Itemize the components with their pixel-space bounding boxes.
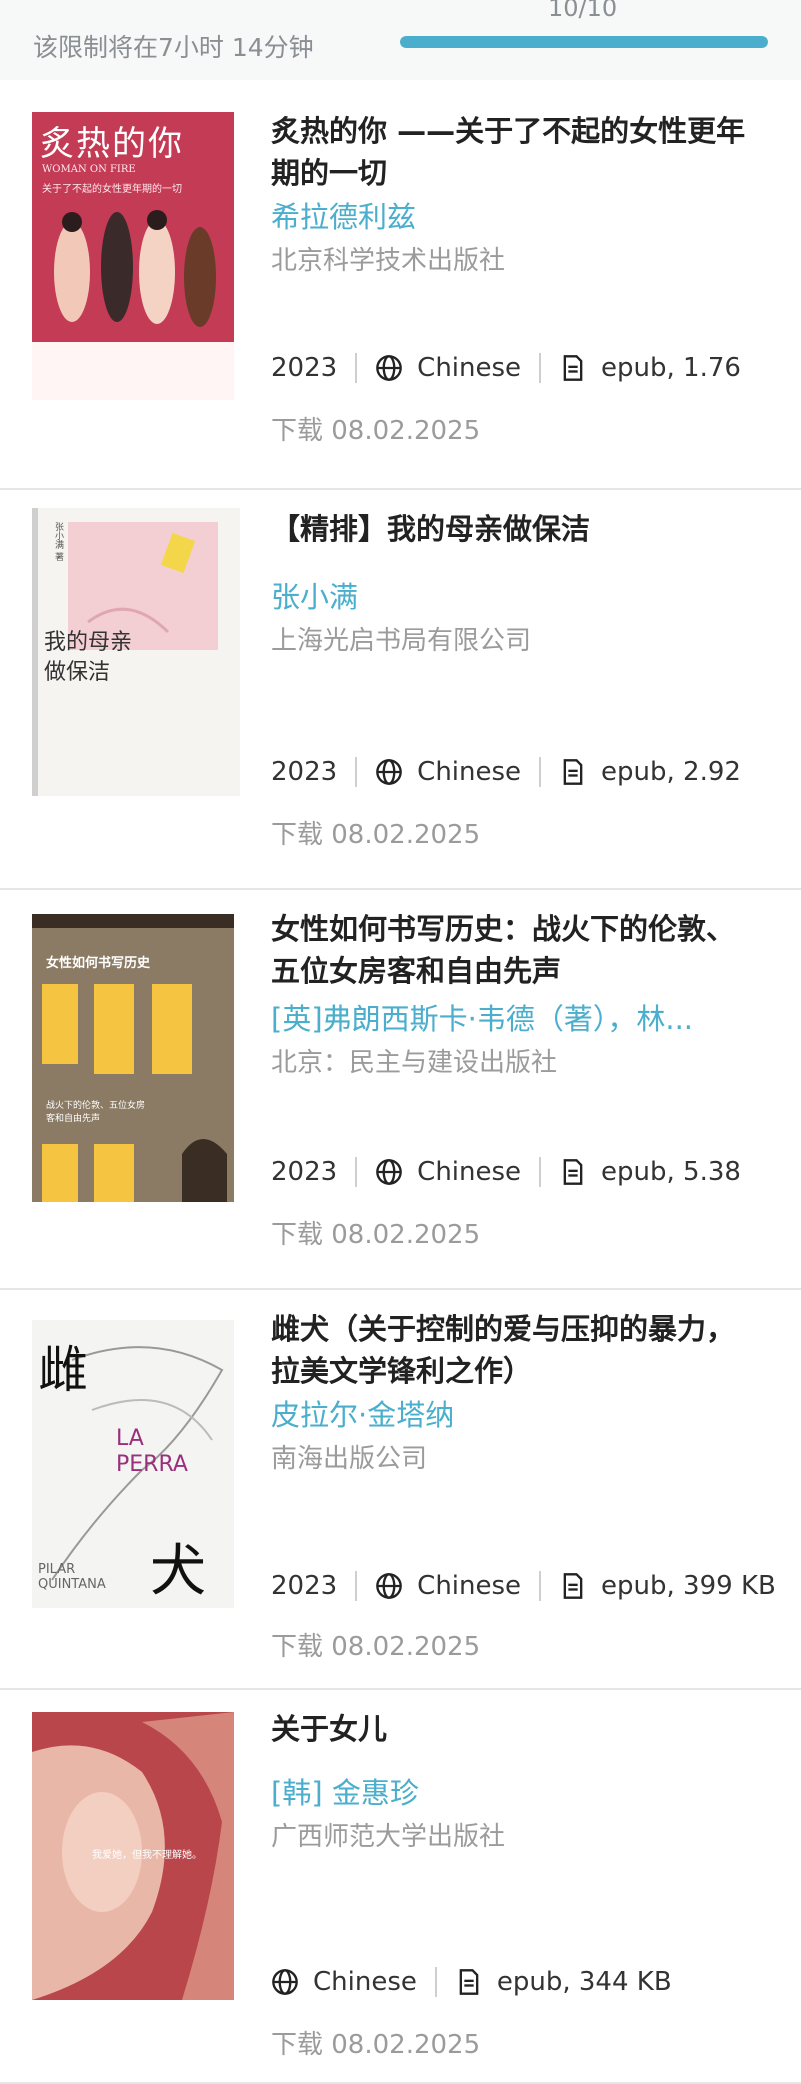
book-publisher: 北京科学技术出版社 (271, 246, 506, 276)
download-count: 10/10 (548, 0, 618, 22)
cover-title-bottom: 犬 (150, 1539, 206, 1604)
cover-latin-title: LA PERRA (116, 1426, 188, 1477)
book-meta: 2023 Chinese epub, 399 KB (271, 1566, 776, 1606)
cover-subtitle: WOMAN ON FIRE (42, 164, 136, 175)
file-icon (563, 759, 583, 785)
cover-band (32, 342, 234, 400)
book-author[interactable]: [英]弗朗西斯卡·韦德（著），林... (271, 996, 731, 1038)
book-title[interactable]: 【精排】我的母亲做保洁 (271, 508, 751, 550)
book-file-info: epub, 344 KB (496, 1967, 672, 1997)
book-item[interactable]: 炙热的你 WOMAN ON FIRE 关于了不起的女性更年期的一切 炙热的你 —… (0, 90, 801, 490)
book-file-info: epub, 2.92 (601, 757, 741, 787)
file-icon (563, 1573, 583, 1599)
book-language: Chinese (417, 757, 522, 787)
globe-icon (376, 1573, 403, 1599)
book-title[interactable]: 关于女儿 (271, 1708, 751, 1750)
meta-divider (539, 1571, 542, 1601)
book-language: Chinese (417, 353, 522, 383)
book-year: 2023 (271, 353, 338, 383)
limit-reset-text: 该限制将在7小时 14分钟 (33, 33, 314, 62)
book-year: 2023 (271, 1571, 338, 1601)
book-meta: 2023 Chinese epub, 2.92 (271, 752, 741, 792)
cover-illustration (54, 210, 216, 327)
file-icon (563, 1159, 583, 1185)
book-meta: Chinese epub, 344 KB (271, 1962, 672, 2002)
book-file-info: epub, 5.38 (601, 1157, 741, 1187)
book-download-date: 下载 08.02.2025 (271, 416, 481, 446)
book-title[interactable]: 炙热的你 ——关于了不起的女性更年期的一切 (271, 110, 751, 194)
download-progress-fill (400, 36, 768, 48)
book-download-date: 下载 08.02.2025 (271, 1220, 481, 1250)
book-language: Chinese (313, 1967, 417, 1997)
cover-quote: 我爱她，但我不理解她。 (92, 1850, 202, 1861)
book-item[interactable]: 张小满 著 我的母亲 做保洁 【精排】我的母亲做保洁 张小满 上海光启书局有限公… (0, 488, 801, 890)
book-author[interactable]: 张小满 (271, 574, 731, 616)
meta-divider (539, 1157, 542, 1187)
book-year: 2023 (271, 757, 338, 787)
book-meta: 2023 Chinese epub, 5.38 (271, 1152, 741, 1192)
book-cover[interactable]: 张小满 著 我的母亲 做保洁 (32, 508, 240, 796)
book-file-info: epub, 1.76 (601, 353, 741, 383)
meta-divider (355, 757, 358, 787)
globe-icon (376, 355, 403, 381)
book-download-date: 下载 08.02.2025 (271, 2030, 481, 2060)
book-publisher: 南海出版公司 (271, 1444, 428, 1474)
cover-tagline: 关于了不起的女性更年期的一切 (42, 184, 182, 195)
book-file-info: epub, 399 KB (601, 1571, 776, 1601)
book-item[interactable]: 我爱她，但我不理解她。 关于女儿 [韩] 金惠珍 广西师范大学出版社 Chine… (0, 1688, 801, 2084)
globe-icon (376, 759, 403, 785)
book-publisher: 上海光启书局有限公司 (271, 626, 532, 656)
book-year: 2023 (271, 1157, 338, 1187)
book-author[interactable]: 希拉德利兹 (271, 194, 731, 236)
cover-title: 女性如何书写历史 (46, 956, 151, 971)
cover-author-en: PILAR QUINTANA (38, 1562, 106, 1592)
book-cover[interactable]: 雌 LA PERRA 犬 PILAR QUINTANA (32, 1320, 234, 1608)
download-limit-bar: 该限制将在7小时 14分钟 10/10 (0, 0, 801, 80)
cover-author: 张小满 著 (53, 522, 63, 561)
book-cover[interactable]: 女性如何书写历史 战火下的伦敦、五位女房客和自由先声 (32, 914, 234, 1202)
globe-icon (376, 1159, 403, 1185)
book-cover[interactable]: 炙热的你 WOMAN ON FIRE 关于了不起的女性更年期的一切 (32, 112, 234, 400)
book-publisher: 广西师范大学出版社 (271, 1822, 506, 1852)
cover-subtitle: 战火下的伦敦、五位女房客和自由先声 (46, 1101, 146, 1124)
book-cover[interactable]: 我爱她，但我不理解她。 (32, 1712, 234, 2000)
meta-divider (355, 353, 358, 383)
book-meta: 2023 Chinese epub, 1.76 (271, 348, 741, 388)
cover-title: 炙热的你 (40, 124, 184, 164)
download-progress-bar (400, 36, 768, 48)
book-download-date: 下载 08.02.2025 (271, 1632, 481, 1662)
globe-icon (272, 1969, 298, 1995)
meta-divider (355, 1571, 358, 1601)
meta-divider (539, 757, 542, 787)
book-download-date: 下载 08.02.2025 (271, 820, 481, 850)
book-language: Chinese (417, 1571, 522, 1601)
cover-title-top: 雌 (38, 1341, 88, 1399)
meta-divider (355, 1157, 358, 1187)
book-title[interactable]: 女性如何书写历史：战火下的伦敦、五位女房客和自由先声 (271, 908, 751, 992)
book-author[interactable]: 皮拉尔·金塔纳 (271, 1392, 731, 1434)
meta-divider (539, 353, 542, 383)
meta-divider (434, 1967, 437, 1997)
cover-title: 我的母亲 做保洁 (44, 630, 133, 685)
file-icon (459, 1969, 479, 1995)
file-icon (563, 355, 583, 381)
book-title[interactable]: 雌犬（关于控制的爱与压抑的暴力，拉美文学锋利之作） (271, 1308, 751, 1392)
book-language: Chinese (417, 1157, 522, 1187)
book-item[interactable]: 雌 LA PERRA 犬 PILAR QUINTANA 雌犬（关于控制的爱与压抑… (0, 1288, 801, 1690)
book-author[interactable]: [韩] 金惠珍 (271, 1770, 731, 1812)
book-publisher: 北京：民主与建设出版社 (271, 1048, 558, 1078)
book-item[interactable]: 女性如何书写历史 战火下的伦敦、五位女房客和自由先声 女性如何书写历史：战火下的… (0, 888, 801, 1290)
